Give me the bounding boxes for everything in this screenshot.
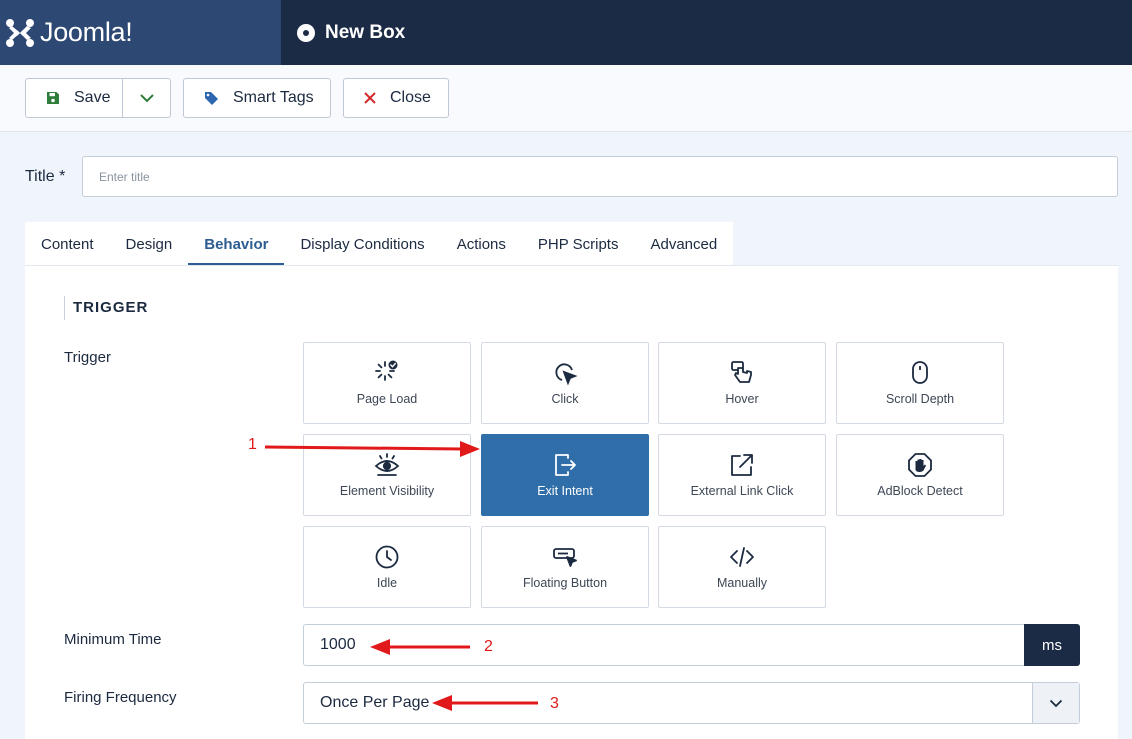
minimum-time-unit: ms	[1024, 624, 1080, 666]
dot-circle-icon	[297, 23, 315, 42]
trigger-option-label: Idle	[376, 576, 398, 590]
joomla-logo-icon	[6, 18, 34, 47]
trigger-option-label: Hover	[725, 392, 759, 406]
close-button[interactable]: Close	[343, 78, 449, 118]
trigger-option-label: Click	[551, 392, 579, 406]
tab-advanced[interactable]: Advanced	[634, 222, 734, 266]
trigger-option-manually[interactable]: Manually	[658, 526, 826, 608]
trigger-option-idle[interactable]: Idle	[303, 526, 471, 608]
trigger-option-label: AdBlock Detect	[877, 484, 963, 498]
firing-frequency-select[interactable]: Once Per Page	[303, 682, 1080, 724]
firing-frequency-label: Firing Frequency	[64, 689, 177, 706]
tag-icon	[205, 91, 218, 105]
page-load-icon	[375, 360, 398, 381]
click-cursor-icon	[555, 363, 578, 386]
trigger-option-label: Manually	[716, 576, 768, 590]
minimum-time-value: 1000	[320, 636, 356, 653]
trigger-option-label: Page Load	[356, 392, 418, 406]
tab-actions[interactable]: Actions	[440, 222, 522, 266]
chevron-down-icon	[1049, 699, 1063, 707]
top-bar: Joomla! New Box	[0, 0, 1132, 65]
trigger-option-label: Exit Intent	[537, 484, 593, 498]
select-arrow[interactable]	[1032, 683, 1079, 723]
hover-hand-icon	[731, 361, 752, 383]
joomla-logo[interactable]: Joomla!	[0, 0, 281, 65]
save-dropdown-toggle[interactable]	[123, 79, 170, 117]
trigger-option-page-load[interactable]: Page Load	[303, 342, 471, 424]
trigger-option-floating-button[interactable]: Floating Button	[481, 526, 649, 608]
trigger-option-label: Element Visibility	[339, 484, 435, 498]
floppy-disk-icon	[47, 92, 59, 104]
tab-content[interactable]: Content	[25, 222, 110, 266]
tab-display-conditions[interactable]: Display Conditions	[284, 222, 441, 266]
tab-behavior[interactable]: Behavior	[188, 222, 285, 266]
trigger-option-label: Floating Button	[522, 576, 608, 590]
trigger-option-adblock-detect[interactable]: AdBlock Detect	[836, 434, 1004, 516]
trigger-option-scroll-depth[interactable]: Scroll Depth	[836, 342, 1004, 424]
tab-design[interactable]: Design	[109, 222, 189, 266]
trigger-label: Trigger	[64, 349, 111, 366]
save-button-group: Save	[25, 78, 171, 118]
mouse-icon	[912, 361, 928, 384]
clock-icon	[375, 545, 399, 569]
trigger-option-element-visibility[interactable]: Element Visibility	[303, 434, 471, 516]
page-title: New Box	[297, 0, 405, 65]
annotation-number-2: 2	[484, 638, 493, 655]
minimum-time-input[interactable]: 1000	[303, 624, 1025, 666]
close-icon	[364, 92, 376, 104]
trigger-option-label: External Link Click	[690, 484, 794, 498]
smart-tags-button[interactable]: Smart Tags	[183, 78, 331, 118]
page-title-text: New Box	[325, 21, 406, 43]
trigger-option-external-link-click[interactable]: External Link Click	[658, 434, 826, 516]
eye-icon	[374, 453, 400, 476]
floating-button-icon	[553, 548, 577, 567]
trigger-option-click[interactable]: Click	[481, 342, 649, 424]
trigger-option-exit-intent[interactable]: Exit Intent	[481, 434, 649, 516]
save-label: Save	[74, 89, 111, 106]
tab-php-scripts[interactable]: PHP Scripts	[521, 222, 635, 266]
toolbar: Save Smart Tags Close	[0, 65, 1132, 132]
firing-frequency-value: Once Per Page	[320, 694, 430, 711]
annotation-number-1: 1	[248, 436, 257, 453]
minimum-time-label: Minimum Time	[64, 631, 162, 648]
save-button[interactable]: Save	[26, 79, 123, 117]
section-heading-trigger: TRIGGER	[64, 296, 148, 320]
logo-wordmark: Joomla!	[40, 17, 133, 47]
title-input[interactable]	[82, 156, 1118, 197]
smart-tags-label: Smart Tags	[233, 89, 314, 106]
code-icon	[730, 547, 754, 567]
title-label: Title *	[25, 168, 66, 185]
close-label: Close	[390, 89, 431, 106]
trigger-option-hover[interactable]: Hover	[658, 342, 826, 424]
tab-bar: Content Design Behavior Display Conditio…	[25, 222, 734, 266]
exit-icon	[555, 454, 576, 476]
external-link-icon	[731, 454, 753, 476]
trigger-option-label: Scroll Depth	[885, 392, 955, 406]
annotation-number-3: 3	[550, 695, 559, 712]
chevron-down-icon	[139, 94, 154, 103]
adblock-hand-icon	[908, 453, 932, 477]
